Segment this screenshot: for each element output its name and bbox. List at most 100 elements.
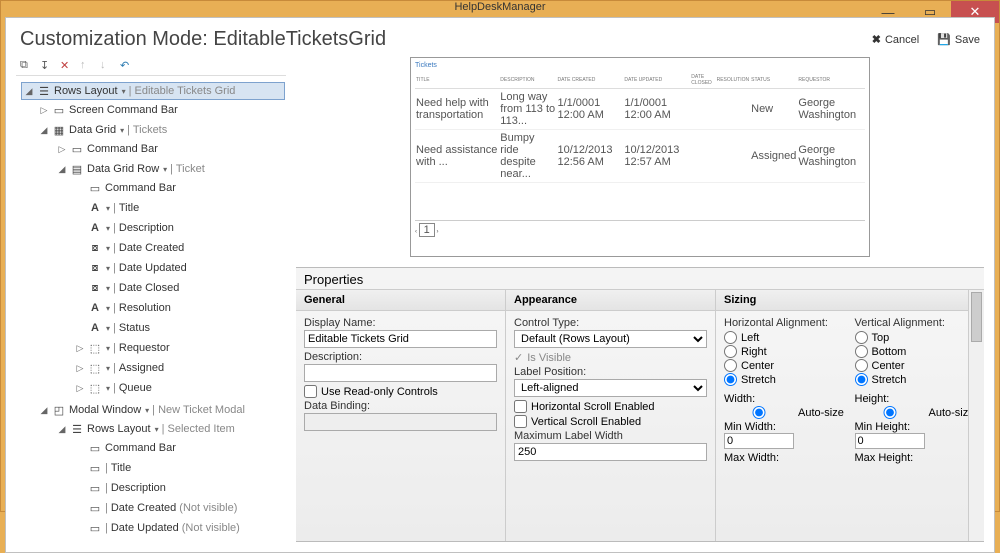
maxwidth-label: Max Width: <box>724 452 845 464</box>
preview-pager: ‹ 1 › <box>415 220 865 236</box>
scrollbar-thumb[interactable] <box>971 292 982 342</box>
cancel-button[interactable]: ✖Cancel <box>872 33 919 46</box>
dropdown-icon[interactable]: ▾ <box>106 204 110 213</box>
tree-label: Command Bar <box>105 442 176 454</box>
preview-cell: Long way from 113 to 113... <box>499 89 556 130</box>
height-auto[interactable] <box>855 406 925 419</box>
tree-label: Data Grid <box>69 124 116 136</box>
maxlabelwidth-input[interactable] <box>514 443 707 461</box>
description-input[interactable] <box>304 364 497 382</box>
tree-item[interactable]: ⧇▾ | Date Created <box>75 239 285 257</box>
dropdown-icon[interactable]: ▾ <box>106 384 110 393</box>
section-appearance-title: Appearance <box>506 290 715 311</box>
expand-icon[interactable]: ▷ <box>57 144 67 155</box>
display-name-input[interactable] <box>304 330 497 348</box>
databinding-input[interactable] <box>304 413 497 431</box>
tree-item[interactable]: ⧇▾ | Date Closed <box>75 279 285 297</box>
tree-item[interactable]: A▾ | Title <box>75 199 285 217</box>
modal-icon: ◰ <box>52 403 66 417</box>
rows-layout-icon: ☰ <box>37 84 51 98</box>
layout-tree[interactable]: ◢ ☰ Rows Layout▾ | Editable Tickets Grid… <box>16 80 286 542</box>
preview-row[interactable]: Need assistance with ...Bumpy ride despi… <box>415 130 865 183</box>
tree-item[interactable]: ▭Command Bar <box>75 179 285 197</box>
tree-note: (Not visible) <box>179 502 237 514</box>
width-auto[interactable] <box>724 406 794 419</box>
tree-item[interactable]: ▭ | Title <box>75 459 285 477</box>
dropdown-icon[interactable]: ▾ <box>106 244 110 253</box>
dropdown-icon[interactable]: ▾ <box>106 224 110 233</box>
tree-root[interactable]: ◢ ☰ Rows Layout▾ | Editable Tickets Grid <box>21 82 285 100</box>
dropdown-icon[interactable]: ▾ <box>106 304 110 313</box>
dropdown-icon[interactable]: ▾ <box>163 165 167 174</box>
move-up-icon[interactable]: ↑ <box>80 59 94 73</box>
tree-item[interactable]: ◢◰Modal Window▾ | New Ticket Modal <box>39 401 285 419</box>
expand-icon[interactable]: ▷ <box>39 105 49 116</box>
dropdown-icon[interactable]: ▾ <box>145 406 149 415</box>
tree-item[interactable]: A▾ | Resolution <box>75 299 285 317</box>
tree-item[interactable]: ▷⬚▾ | Requestor <box>75 339 285 357</box>
tree-item[interactable]: ▭Command Bar <box>75 439 285 457</box>
tree-item[interactable]: ▭ | Date Created (Not visible) <box>75 499 285 517</box>
text-icon: A <box>88 301 102 315</box>
halign-center[interactable] <box>724 359 737 372</box>
vscroll-checkbox[interactable] <box>514 415 527 428</box>
dropdown-icon[interactable]: ▾ <box>106 324 110 333</box>
content-area: Customization Mode: EditableTicketsGrid … <box>5 17 995 553</box>
tree-sub: | Selected Item <box>162 423 235 435</box>
tree-item[interactable]: ▭ | Date Updated (Not visible) <box>75 519 285 537</box>
tree-item[interactable]: ▷⬚▾ | Assigned <box>75 359 285 377</box>
halign-stretch[interactable] <box>724 373 737 386</box>
tree-label: Screen Command Bar <box>69 104 178 116</box>
valign-stretch[interactable] <box>855 373 868 386</box>
undo-icon[interactable]: ↶ <box>120 59 134 73</box>
halign-left[interactable] <box>724 331 737 344</box>
tree-label: Rows Layout <box>87 423 151 435</box>
delete-icon[interactable]: ✕ <box>60 59 74 73</box>
halign-label: Horizontal Alignment: <box>724 317 845 329</box>
preview-col: DATE CLOSED <box>690 72 715 89</box>
valign-center[interactable] <box>855 359 868 372</box>
tree-item[interactable]: ▷⬚▾ | Queue <box>75 379 285 397</box>
properties-scrollbar[interactable] <box>968 290 984 541</box>
add-icon[interactable]: ⧉ <box>20 59 34 73</box>
tree-item[interactable]: ◢☰Rows Layout ▾ | Selected Item <box>57 420 285 438</box>
minwidth-input[interactable] <box>724 433 794 449</box>
readonly-checkbox[interactable] <box>304 385 317 398</box>
save-button[interactable]: 💾Save <box>937 33 980 46</box>
preview-row[interactable]: Need help with transportationLong way fr… <box>415 89 865 130</box>
expand-icon[interactable]: ◢ <box>39 125 49 136</box>
import-icon[interactable]: ↧ <box>40 59 54 73</box>
tree-item[interactable]: A▾ | Status <box>75 319 285 337</box>
tree-item[interactable]: ▷▭Screen Command Bar <box>39 101 285 119</box>
minheight-input[interactable] <box>855 433 925 449</box>
valign-top[interactable] <box>855 331 868 344</box>
tree-item[interactable]: ▭ | Description <box>75 479 285 497</box>
section-general: General Display Name: Description: Use R… <box>296 290 506 541</box>
tree-item[interactable]: ▷▭Command Bar <box>57 140 285 158</box>
rows-layout-icon: ☰ <box>70 422 84 436</box>
tree-item[interactable]: ⧇▾ | Date Updated <box>75 259 285 277</box>
dropdown-icon[interactable]: ▾ <box>120 126 124 135</box>
dropdown-icon[interactable]: ▾ <box>155 425 159 434</box>
page-number[interactable]: 1 <box>419 223 435 237</box>
move-down-icon[interactable]: ↓ <box>100 59 114 73</box>
expand-icon[interactable]: ◢ <box>24 86 34 97</box>
dropdown-icon[interactable]: ▾ <box>106 364 110 373</box>
expand-icon[interactable]: ◢ <box>57 424 67 435</box>
labelpos-select[interactable]: Left-aligned <box>514 379 707 397</box>
controltype-select[interactable]: Default (Rows Layout) <box>514 330 707 348</box>
tree-item[interactable]: A▾ | Description <box>75 219 285 237</box>
tree-item[interactable]: ◢▦Data Grid▾ | Tickets <box>39 121 285 139</box>
dropdown-icon[interactable]: ▾ <box>106 284 110 293</box>
dropdown-icon[interactable]: ▾ <box>122 87 126 96</box>
expand-icon[interactable]: ◢ <box>39 405 49 416</box>
halign-right[interactable] <box>724 345 737 358</box>
tree-item[interactable]: ◢▤Data Grid Row▾ | Ticket <box>57 160 285 178</box>
dropdown-icon[interactable]: ▾ <box>106 264 110 273</box>
body: ⧉ ↧ ✕ ↑ ↓ ↶ ◢ ☰ Rows Layout ▾ <box>6 57 994 552</box>
valign-bottom[interactable] <box>855 345 868 358</box>
hscroll-checkbox[interactable] <box>514 400 527 413</box>
dropdown-icon[interactable]: ▾ <box>106 344 110 353</box>
expand-icon[interactable]: ◢ <box>57 164 67 175</box>
tree-panel: ⧉ ↧ ✕ ↑ ↓ ↶ ◢ ☰ Rows Layout ▾ <box>16 57 286 542</box>
